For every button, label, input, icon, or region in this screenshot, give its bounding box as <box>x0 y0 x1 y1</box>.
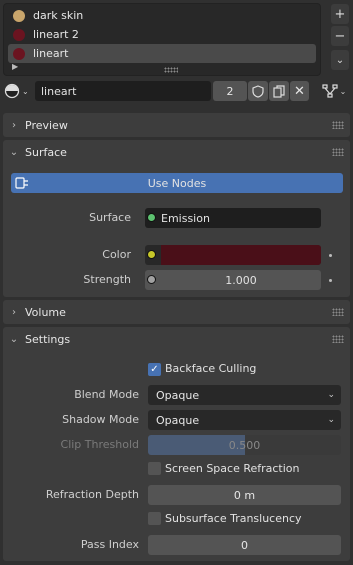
material-ball-icon <box>13 9 25 22</box>
panel-title: Preview <box>25 118 68 132</box>
slot-item-lineart[interactable]: lineart <box>8 44 316 63</box>
slot-label: lineart 2 <box>33 28 79 41</box>
node-icon <box>15 177 28 189</box>
ssr-label: Screen Space Refraction <box>165 462 300 475</box>
color-label: Color <box>102 248 131 261</box>
pass-index-field[interactable]: 0 <box>148 535 341 555</box>
strength-value: 1.000 <box>225 274 257 287</box>
material-browse-button[interactable]: ⌄ <box>4 81 34 101</box>
surface-shader-field[interactable]: Emission <box>145 208 321 228</box>
material-name: lineart <box>41 84 77 98</box>
subsurface-translucency-checkbox[interactable] <box>148 512 161 525</box>
ssr-checkbox[interactable] <box>148 462 161 475</box>
duplicate-material-button[interactable] <box>269 81 289 101</box>
user-count-button[interactable]: 2 <box>213 81 247 101</box>
material-ball-icon <box>13 47 25 60</box>
blend-mode-value: Opaque <box>156 388 200 402</box>
refraction-depth-field[interactable]: 0 m <box>148 485 341 505</box>
subsurface-translucency-label: Subsurface Translucency <box>165 512 302 525</box>
unlink-material-button[interactable]: ✕ <box>290 81 309 101</box>
drag-grip-icon[interactable] <box>332 121 344 129</box>
slot-label: dark skin <box>33 9 84 22</box>
surface-panel-body: Use Nodes Surface Emission Color Strengt… <box>3 164 350 297</box>
material-sphere-icon <box>4 83 20 99</box>
material-slot-list[interactable]: dark skin lineart 2 lineart ▶ <box>3 3 321 76</box>
slot-item-dark-skin[interactable]: dark skin <box>8 6 316 25</box>
slot-label: lineart <box>33 47 69 60</box>
drag-grip-icon[interactable] <box>332 335 344 343</box>
panel-title: Volume <box>25 305 66 319</box>
resize-grip-icon[interactable] <box>164 67 178 73</box>
settings-panel-body: ✓ Backface Culling Blend Mode Opaque ⌄ S… <box>3 351 350 561</box>
volume-panel-header[interactable]: › Volume <box>3 300 350 324</box>
clip-threshold-label: Clip Threshold <box>60 438 139 451</box>
shadow-mode-dropdown[interactable]: Opaque ⌄ <box>148 410 341 430</box>
chevron-down-icon: ⌄ <box>339 86 347 96</box>
backface-culling-label: Backface Culling <box>165 362 257 375</box>
shield-icon <box>252 84 264 98</box>
fake-user-button[interactable] <box>248 81 268 101</box>
close-icon: ✕ <box>294 83 305 99</box>
blend-mode-dropdown[interactable]: Opaque ⌄ <box>148 385 341 405</box>
chevron-down-icon: ⌄ <box>327 415 335 425</box>
preview-panel-header[interactable]: › Preview <box>3 113 350 137</box>
keyframe-dot-icon[interactable] <box>329 254 332 257</box>
float-socket-icon[interactable] <box>147 275 156 284</box>
shadow-mode-value: Opaque <box>156 413 200 427</box>
refraction-depth-label: Refraction Depth <box>45 488 139 501</box>
strength-label: Strength <box>83 273 131 286</box>
drag-grip-icon[interactable] <box>332 308 344 316</box>
surface-shader-value: Emission <box>161 212 210 225</box>
material-ball-icon <box>13 28 25 41</box>
blend-mode-label: Blend Mode <box>74 388 139 401</box>
drag-grip-icon[interactable] <box>332 148 344 156</box>
panel-title: Surface <box>25 145 67 159</box>
color-socket-icon[interactable] <box>147 250 156 259</box>
chevron-right-icon: › <box>12 306 16 318</box>
keyframe-dot-icon[interactable] <box>329 279 332 282</box>
panel-title: Settings <box>25 332 71 346</box>
color-field[interactable] <box>145 245 321 265</box>
surface-label: Surface <box>89 211 131 224</box>
chevron-down-icon: ⌄ <box>9 146 19 158</box>
shadow-mode-label: Shadow Mode <box>62 413 139 426</box>
strength-field[interactable]: 1.000 <box>145 270 321 290</box>
refraction-depth-value: 0 m <box>233 488 256 502</box>
chevron-right-icon: › <box>12 119 16 131</box>
surface-panel-header[interactable]: ⌄ Surface <box>3 140 350 164</box>
pass-index-value: 0 <box>241 538 248 552</box>
slot-specials-button[interactable]: ⌄ <box>331 50 349 70</box>
material-name-field[interactable]: lineart <box>35 81 211 101</box>
use-nodes-label: Use Nodes <box>147 176 207 190</box>
remove-slot-button[interactable]: − <box>331 26 349 46</box>
backface-culling-checkbox[interactable]: ✓ <box>148 363 161 376</box>
pass-index-label: Pass Index <box>80 538 139 551</box>
slot-item-lineart-2[interactable]: lineart 2 <box>8 25 316 44</box>
copy-icon <box>273 84 285 98</box>
chevron-down-icon: ⌄ <box>22 86 29 96</box>
settings-panel-header[interactable]: ⌄ Settings <box>3 327 350 351</box>
node-tree-icon <box>322 84 338 98</box>
chevron-down-icon: ⌄ <box>327 390 335 400</box>
node-link-button[interactable]: ⌄ <box>318 81 350 101</box>
expand-arrow-icon[interactable]: ▶ <box>12 62 18 71</box>
chevron-down-icon: ⌄ <box>9 333 19 345</box>
user-count: 2 <box>226 84 234 98</box>
use-nodes-button[interactable]: Use Nodes <box>11 173 343 193</box>
clip-threshold-slider[interactable]: 0.500 <box>148 435 341 455</box>
color-swatch[interactable] <box>161 245 321 265</box>
add-slot-button[interactable]: + <box>331 4 349 24</box>
clip-threshold-value: 0.500 <box>228 439 261 452</box>
shader-socket-icon <box>147 213 156 222</box>
